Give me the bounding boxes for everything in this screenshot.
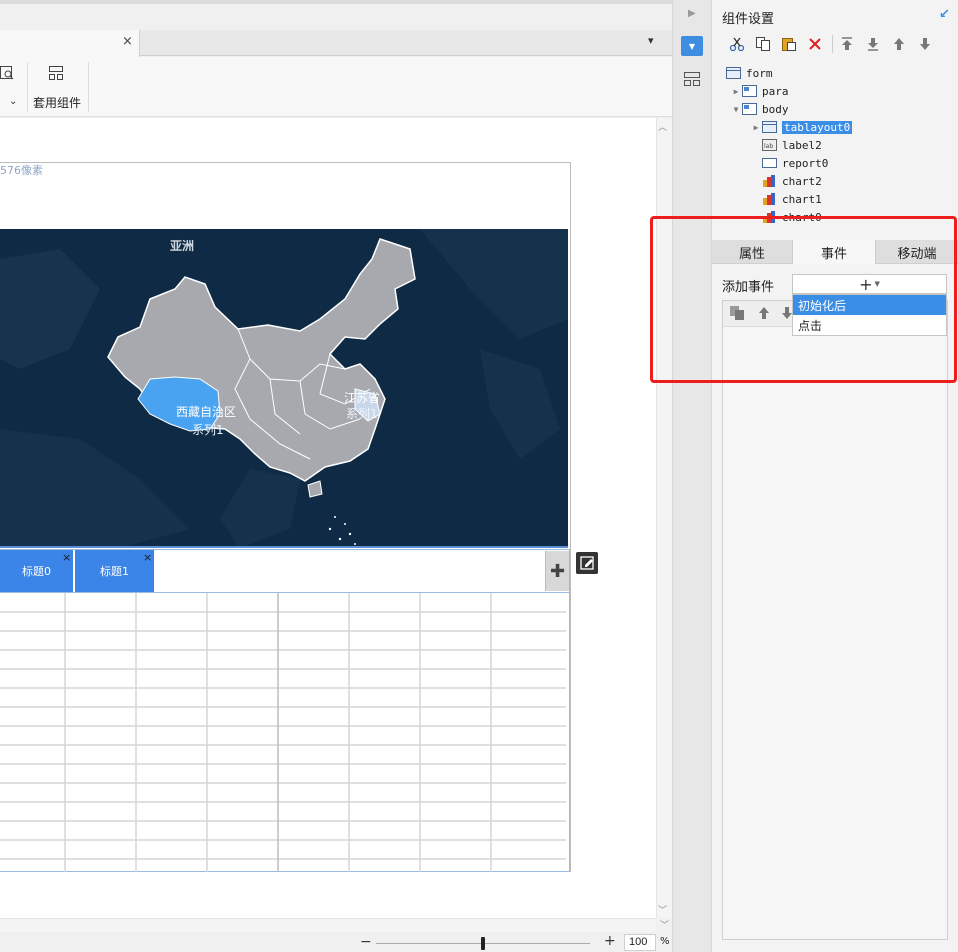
zoom-out-button[interactable]: − bbox=[360, 934, 372, 950]
widget-settings-button[interactable]: ▼ bbox=[681, 36, 703, 56]
title-tab-label: 标题1 bbox=[100, 565, 129, 578]
form-icon bbox=[726, 67, 741, 79]
report-grid-lines bbox=[0, 593, 566, 879]
close-tab-icon[interactable]: × bbox=[62, 551, 71, 564]
report-icon bbox=[762, 158, 777, 168]
tree-node-para[interactable]: ▶ para bbox=[726, 82, 946, 100]
cut-icon[interactable] bbox=[729, 36, 745, 52]
map-label-xizang: 西藏自治区 bbox=[176, 405, 237, 419]
collapse-icon[interactable]: ▼ bbox=[730, 105, 742, 114]
close-tab-icon[interactable]: × bbox=[143, 551, 152, 564]
close-tab-icon[interactable]: × bbox=[122, 34, 133, 49]
tree-node-label: chart1 bbox=[782, 192, 822, 206]
tree-node-label2[interactable]: lab label2 bbox=[726, 136, 946, 154]
collapse-panel-icon[interactable]: ▶ bbox=[688, 8, 696, 19]
layout-icon bbox=[742, 85, 757, 97]
report-grid[interactable] bbox=[0, 593, 570, 879]
component-tree: form ▶ para ▼ body ▶ tablayout0 lab labe… bbox=[726, 64, 946, 226]
map-series-xizang: 系列1 bbox=[192, 423, 224, 437]
tree-node-form[interactable]: form bbox=[726, 64, 946, 82]
form-icon bbox=[762, 121, 777, 133]
apply-widget-icon[interactable] bbox=[48, 65, 64, 81]
tree-node-label: chart2 bbox=[782, 174, 822, 188]
title-tab-label: 标题0 bbox=[22, 565, 51, 578]
tree-node-label: form bbox=[746, 66, 773, 80]
tree-node-label: report0 bbox=[782, 156, 829, 170]
document-tab[interactable] bbox=[0, 30, 140, 57]
tree-node-body[interactable]: ▼ body bbox=[726, 100, 946, 118]
minimize-panel-icon[interactable]: ↙ bbox=[939, 7, 950, 22]
add-tab-icon: ✚ bbox=[549, 560, 566, 582]
svg-text:lab: lab bbox=[764, 143, 773, 150]
label-icon: lab bbox=[762, 139, 777, 151]
expand-icon[interactable]: ▶ bbox=[750, 123, 762, 132]
zoom-in-button[interactable]: + bbox=[604, 933, 616, 949]
map-label-jiangsu: 江苏省 bbox=[344, 391, 381, 405]
chart-icon bbox=[763, 175, 775, 187]
horizontal-scrollbar[interactable] bbox=[0, 918, 656, 932]
map-graphic bbox=[0, 229, 568, 546]
status-bar bbox=[0, 932, 672, 952]
map-series-jiangsu: 系列1 bbox=[346, 407, 378, 421]
panel-title: 组件设置 bbox=[722, 12, 775, 27]
tree-node-report0[interactable]: report0 bbox=[726, 154, 946, 172]
side-toolbar bbox=[672, 0, 712, 952]
annotation-highlight bbox=[650, 216, 957, 383]
expand-icon[interactable]: ▶ bbox=[730, 87, 742, 96]
tree-node-chart1[interactable]: chart1 bbox=[726, 190, 946, 208]
toolbar-divider bbox=[832, 35, 833, 53]
layout-icon[interactable] bbox=[683, 71, 701, 87]
copy-icon[interactable] bbox=[755, 36, 771, 52]
move-bottom-icon[interactable] bbox=[865, 36, 881, 52]
map-chart[interactable] bbox=[0, 229, 568, 548]
tree-node-label: para bbox=[762, 84, 789, 98]
chart-icon bbox=[763, 193, 775, 205]
tree-node-label: tablayout0 bbox=[782, 120, 853, 134]
move-down-icon[interactable] bbox=[917, 36, 933, 52]
move-up-icon[interactable] bbox=[891, 36, 907, 52]
scroll-down-icon[interactable]: ﹀ bbox=[658, 903, 667, 916]
scroll-right-icon[interactable]: ﹀ bbox=[660, 918, 669, 931]
scroll-up-icon[interactable]: ︿ bbox=[658, 120, 667, 133]
event-list[interactable] bbox=[722, 300, 948, 940]
delete-icon[interactable] bbox=[807, 36, 823, 52]
window-top-strip bbox=[0, 0, 672, 4]
toolbar-divider bbox=[88, 62, 89, 112]
edit-widget-icon[interactable] bbox=[576, 552, 598, 574]
apply-widget-button[interactable]: 套用组件 bbox=[33, 94, 81, 111]
designer-toolbar bbox=[0, 57, 672, 117]
dropdown-icon: ▼ bbox=[688, 41, 696, 51]
chevron-down-icon[interactable]: ⌄ bbox=[9, 96, 17, 107]
tree-node-tablayout0[interactable]: ▶ tablayout0 bbox=[726, 118, 946, 136]
toolbar-divider bbox=[27, 62, 28, 112]
zoom-unit-label: % bbox=[660, 936, 670, 947]
layout-icon bbox=[742, 103, 757, 115]
preview-icon[interactable] bbox=[0, 66, 14, 80]
tab-menu-icon[interactable]: ▾ bbox=[648, 34, 654, 47]
tree-node-label: label2 bbox=[782, 138, 822, 152]
tree-node-label: body bbox=[762, 102, 789, 116]
zoom-level-input[interactable]: 100 bbox=[624, 934, 656, 951]
size-hint-label: 576像素 bbox=[0, 164, 43, 177]
move-top-icon[interactable] bbox=[839, 36, 855, 52]
map-region-label: 亚洲 bbox=[170, 239, 195, 253]
tree-node-chart2[interactable]: chart2 bbox=[726, 172, 946, 190]
zoom-slider-handle[interactable] bbox=[481, 937, 485, 950]
paste-icon[interactable] bbox=[781, 36, 797, 52]
add-tab-button[interactable]: ✚ bbox=[545, 551, 569, 591]
